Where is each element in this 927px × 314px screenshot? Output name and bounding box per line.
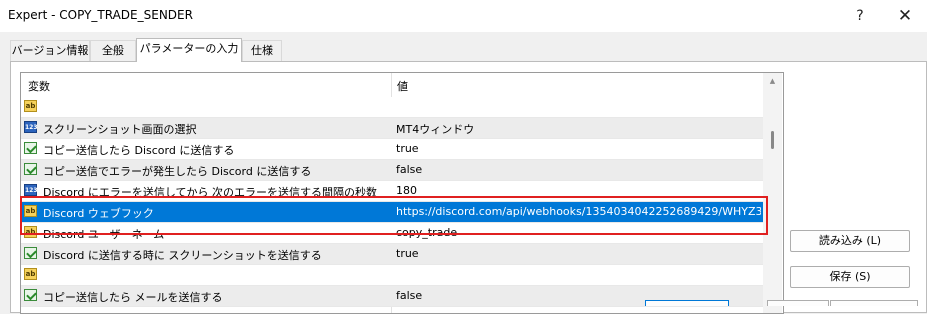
parameter-value[interactable]: MT4ウィンドウ: [396, 121, 761, 137]
parameter-value[interactable]: true: [396, 247, 761, 260]
parameter-name: コピー送信したら Discord に送信する: [43, 144, 235, 157]
ab-icon: ab: [24, 100, 37, 112]
parameter-name: スクリーンショット画面の選択: [43, 123, 197, 136]
table-row[interactable]: ab: [21, 265, 763, 286]
parameter-name: コピー送信したら メールを送信する: [43, 291, 223, 304]
column-header-variable[interactable]: 変数: [28, 78, 50, 94]
help-button[interactable]: ?: [845, 4, 875, 28]
bool-icon: [24, 142, 37, 154]
bool-icon: [24, 163, 37, 175]
123-icon: 123: [24, 121, 38, 133]
tab-general[interactable]: 全般: [90, 40, 136, 61]
reset-button-partial[interactable]: [830, 300, 918, 306]
cancel-button-partial[interactable]: [767, 300, 829, 306]
scroll-up-icon[interactable]: ▲: [768, 77, 777, 85]
scrollbar-thumb[interactable]: [771, 131, 774, 149]
table-row[interactable]: ab: [21, 97, 763, 118]
bottom-buttons-partial: [640, 300, 927, 306]
table-row[interactable]: 123 スクリーンショット画面の選択 MT4ウィンドウ: [21, 118, 763, 139]
tab-specifications[interactable]: 仕様: [242, 40, 282, 61]
bool-icon: [24, 289, 37, 301]
close-button[interactable]: ✕: [890, 4, 920, 28]
ab-icon: ab: [24, 268, 37, 280]
window-title: Expert - COPY_TRADE_SENDER: [8, 8, 193, 22]
tab-version-info[interactable]: バージョン情報: [10, 40, 90, 61]
vertical-scrollbar[interactable]: ▲ ▼: [763, 73, 782, 313]
table-header: 変数 値: [21, 73, 763, 98]
ok-button-partial[interactable]: [645, 300, 729, 306]
parameter-value[interactable]: false: [396, 163, 761, 176]
load-button[interactable]: 読み込み (L): [790, 230, 910, 252]
tab-input-parameters[interactable]: パラメーターの入力: [136, 38, 242, 62]
123-icon: 123: [24, 184, 38, 196]
parameter-name: Discord に送信する時に スクリーンショットを送信する: [43, 249, 322, 262]
save-button[interactable]: 保存 (S): [790, 266, 910, 288]
bool-icon: [24, 247, 37, 259]
table-row[interactable]: コピー送信でエラーが発生したら Discord に送信する false: [21, 160, 763, 181]
column-header-value[interactable]: 値: [397, 78, 408, 94]
parameter-name: コピー送信でエラーが発生したら Discord に送信する: [43, 165, 312, 178]
parameter-value[interactable]: true: [396, 142, 761, 155]
table-row[interactable]: コピー送信したら Discord に送信する true: [21, 139, 763, 160]
parameter-table: 変数 値 ab 123 スクリーンショット画面の選択 MT4ウィンドウコピー送信したら…: [20, 72, 784, 314]
highlight-box: [20, 196, 768, 235]
table-row[interactable]: Discord に送信する時に スクリーンショットを送信する true: [21, 244, 763, 265]
title-bar: Expert - COPY_TRADE_SENDER ? ✕: [0, 0, 927, 32]
